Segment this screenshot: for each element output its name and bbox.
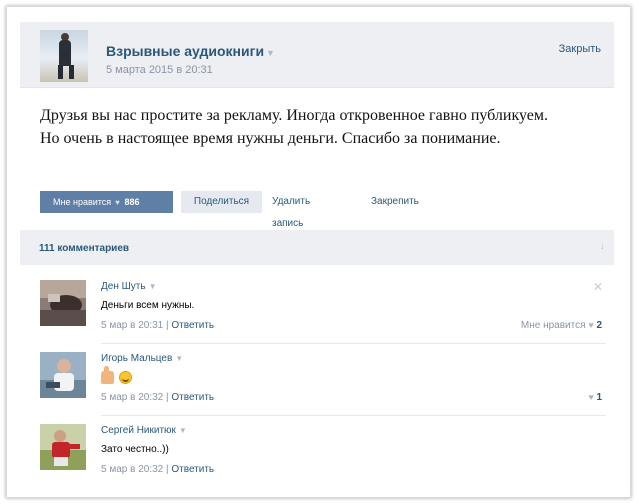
comment-like-count: 1: [596, 392, 602, 403]
comment-date[interactable]: 5 мар в 20:31: [101, 320, 163, 331]
comment-like-label: Мне нравится: [520, 320, 586, 331]
comment-author[interactable]: Игорь Мальцев ▼: [101, 353, 183, 364]
pin-post-link[interactable]: Закрепить: [371, 191, 419, 213]
heart-icon: ♥: [115, 198, 120, 207]
comment-item: Ден Шуть ▼ Деньги всем нужны. 5 мар в 20:…: [27, 280, 607, 348]
like-label: Мне нравится: [53, 197, 112, 207]
group-avatar[interactable]: [40, 30, 88, 82]
comment-author-name: Игорь Мальцев: [101, 353, 173, 364]
avatar[interactable]: [40, 424, 86, 470]
chevron-down-icon[interactable]: ▼: [266, 48, 275, 58]
comment-like-count: 2: [596, 320, 602, 331]
comment-meta: 5 мар в 20:32 | Ответить: [101, 464, 215, 475]
thumbs-up-icon: [101, 366, 114, 384]
comment-meta: 5 мар в 20:32 | Ответить: [101, 392, 215, 403]
comments-header: 111 комментариев ↓: [20, 230, 614, 265]
comment-text: Деньги всем нужны.: [101, 300, 195, 311]
delete-post-link[interactable]: Удалить запись: [272, 191, 310, 235]
close-icon[interactable]: ✕: [593, 280, 603, 294]
comment-like[interactable]: Мне нравится ♥ 2: [521, 320, 602, 331]
comment-author[interactable]: Сергей Никитюк ▼: [101, 425, 187, 436]
group-name-text: Взрывные аудиокниги: [106, 43, 265, 59]
sort-arrow-icon[interactable]: ↓: [600, 240, 606, 252]
smile-icon: [119, 371, 132, 384]
share-button[interactable]: Поделиться: [181, 191, 262, 213]
chevron-down-icon[interactable]: ▼: [179, 426, 187, 435]
post-window: Взрывные аудиокниги ▼ 5 марта 2015 в 20:3…: [6, 6, 631, 498]
comment-date[interactable]: 5 мар в 20:32: [101, 392, 163, 403]
group-name-link[interactable]: Взрывные аудиокниги ▼: [106, 43, 275, 59]
comment-text: Зато честно..)): [101, 444, 169, 455]
comment-item: Игорь Мальцев ▼ 5 мар в 20:32 | Ответить …: [27, 352, 607, 420]
reply-link[interactable]: Ответить: [171, 464, 214, 475]
divider: [101, 343, 606, 344]
comment-meta: 5 мар в 20:31 | Ответить: [101, 320, 215, 331]
post-text: Друзья вы нас простите за рекламу. Иногд…: [40, 107, 549, 147]
reply-link[interactable]: Ответить: [171, 320, 214, 331]
comment-author-name: Ден Шуть: [101, 281, 146, 292]
close-post-link[interactable]: Закрыть: [559, 43, 601, 55]
post-date[interactable]: 5 марта 2015 в 20:31: [106, 64, 213, 76]
comment-author-name: Сергей Никитюк: [101, 425, 176, 436]
divider: [101, 415, 606, 416]
comment-date[interactable]: 5 мар в 20:32: [101, 464, 163, 475]
reply-link[interactable]: Ответить: [171, 392, 214, 403]
avatar[interactable]: [40, 352, 86, 398]
chevron-down-icon[interactable]: ▼: [175, 354, 183, 363]
avatar[interactable]: [40, 280, 86, 326]
like-button[interactable]: Мне нравится ♥ 886: [40, 191, 173, 213]
comment-like[interactable]: ♥ 1: [588, 392, 602, 403]
heart-icon: ♥: [588, 392, 594, 402]
post-header: Взрывные аудиокниги ▼ 5 марта 2015 в 20:3…: [20, 22, 614, 88]
chevron-down-icon[interactable]: ▼: [149, 282, 157, 291]
comment-author[interactable]: Ден Шуть ▼: [101, 281, 157, 292]
comments-count[interactable]: 111 комментариев: [39, 243, 129, 254]
like-count: 886: [124, 197, 140, 207]
comment-emoji: [101, 366, 132, 384]
comment-item: Сергей Никитюк ▼ Зато честно..)) 5 мар в …: [27, 424, 607, 492]
heart-icon: ♥: [588, 320, 594, 330]
